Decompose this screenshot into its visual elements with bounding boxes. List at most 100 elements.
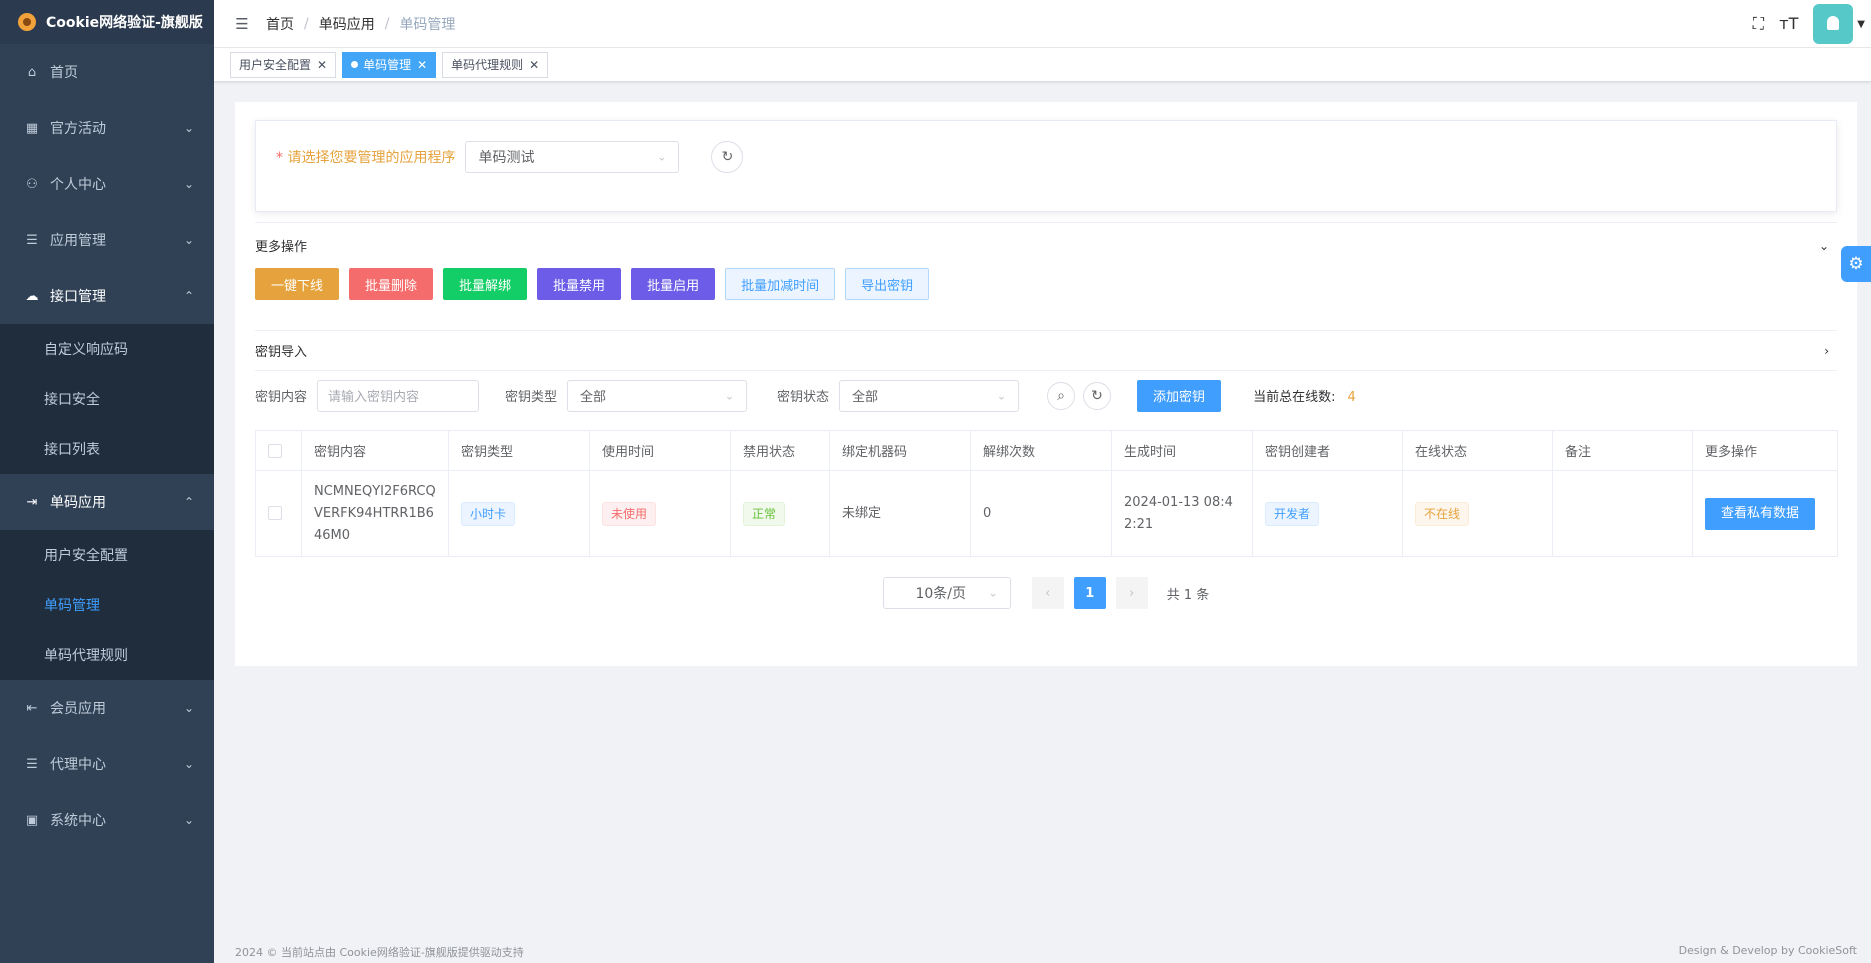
key-type-select[interactable]: 全部 ⌄ (567, 379, 748, 412)
app-selector-card: * 请选择您要管理的应用程序 单码测试 ⌄ ↻ (255, 120, 1837, 212)
close-icon[interactable]: ✕ (529, 58, 539, 72)
sidebar: Cookie网络验证-旗舰版 ⌂ 首页 ▦ 官方活动 ⌄ ⚇ 个人中心 ⌄ ☰ … (0, 0, 214, 963)
chevron-down-icon: ⌄ (183, 757, 194, 771)
sidebar-item-label: 系统中心 (50, 813, 106, 829)
sidebar-item-label: 会员应用 (50, 701, 106, 717)
sidebar-item-api-security[interactable]: 接口安全 (0, 374, 214, 424)
page-size-select[interactable]: 10条/页 ⌄ (882, 577, 1011, 609)
chevron-down-icon: ⌄ (183, 701, 194, 715)
avatar[interactable] (1813, 4, 1854, 44)
gear-icon: ⚙ (1848, 254, 1864, 274)
sidebar-item-user-security[interactable]: 用户安全配置 (0, 530, 214, 580)
sidebar-item-api-management[interactable]: ☁ 接口管理 ⌃ (0, 268, 214, 324)
sidebar-item-personal[interactable]: ⚇ 个人中心 ⌄ (0, 156, 214, 212)
online-count-value: 4 (1347, 390, 1356, 405)
app-title: Cookie网络验证-旗舰版 (46, 15, 203, 31)
pagination: 10条/页 ⌄ ‹ 1 › 共 1 条 (255, 577, 1837, 609)
cookie-logo-icon (18, 13, 36, 31)
sidebar-item-single-code-proxy-rules[interactable]: 单码代理规则 (0, 630, 214, 680)
view-private-data-button[interactable]: 查看私有数据 (1705, 497, 1816, 530)
offline-all-button[interactable]: 一键下线 (255, 268, 340, 300)
ban-status-badge: 正常 (743, 501, 786, 526)
tab-user-security[interactable]: 用户安全配置 ✕ (230, 51, 337, 78)
sidebar-item-label: 应用管理 (50, 233, 106, 249)
table-row: NCMNEQYI2F6RCQVERFK94HTRR1B646M0 小时卡 未使用… (255, 470, 1838, 557)
home-icon: ⌂ (27, 64, 37, 80)
grid-icon: ▦ (25, 120, 39, 136)
batch-enable-button[interactable]: 批量启用 (631, 268, 716, 300)
next-page-button[interactable]: › (1115, 577, 1148, 609)
sidebar-item-system-center[interactable]: ▣ 系统中心 ⌄ (0, 792, 214, 848)
more-ops-header[interactable]: 更多操作 ⌄ (255, 222, 1837, 268)
fullscreen-icon[interactable]: ⛶ (1749, 15, 1767, 33)
cloud-icon: ☁ (25, 288, 39, 304)
sidebar-item-label: 单码应用 (50, 495, 106, 511)
logout-icon: ⇤ (26, 700, 38, 716)
sidebar-item-activities[interactable]: ▦ 官方活动 ⌄ (0, 100, 214, 156)
close-icon[interactable]: ✕ (317, 58, 327, 72)
submenu-api: 自定义响应码 接口安全 接口列表 (0, 324, 214, 474)
sidebar-item-single-code-app[interactable]: ⇥ 单码应用 ⌃ (0, 474, 214, 530)
sidebar-item-app-management[interactable]: ☰ 应用管理 ⌄ (0, 212, 214, 268)
machine-code-cell: 未绑定 (829, 470, 971, 557)
footer: 2024 © 当前站点由 Cookie网络验证-旗舰版提供驱动支持 Design… (235, 944, 1857, 960)
tab-single-code-proxy-rules[interactable]: 单码代理规则 ✕ (442, 51, 549, 78)
row-checkbox[interactable] (268, 506, 282, 520)
reset-button[interactable]: ↻ (1083, 381, 1112, 410)
search-button[interactable]: ⌕ (1047, 381, 1076, 410)
remark-cell (1552, 470, 1693, 557)
keys-table: 密钥内容 密钥类型 使用时间 禁用状态 绑定机器码 解绑次数 生成时间 密钥创建… (255, 430, 1838, 557)
column-header: 密钥创建者 (1252, 430, 1403, 471)
sidebar-item-custom-response[interactable]: 自定义响应码 (0, 324, 214, 374)
user-icon: ⚇ (26, 176, 38, 192)
filter-bar: 密钥内容 请输入密钥内容 密钥类型 全部 ⌄ 密钥状态 全部 ⌄ ⌕ ↻ 添加密… (255, 370, 1837, 420)
main-card: * 请选择您要管理的应用程序 单码测试 ⌄ ↻ 更多操作 ⌄ 一键下线 批量删除… (235, 102, 1857, 666)
app-select[interactable]: 单码测试 ⌄ (465, 141, 680, 173)
add-key-button[interactable]: 添加密钥 (1137, 379, 1222, 412)
sidebar-item-api-list[interactable]: 接口列表 (0, 424, 214, 474)
breadcrumb-item[interactable]: 单码应用 (319, 14, 375, 34)
top-header: ☰ 首页 / 单码应用 / 单码管理 ⛶ ᴛT ▼ (214, 0, 1871, 48)
chevron-down-icon: ⌄ (988, 586, 998, 600)
caret-down-icon[interactable]: ▼ (1857, 19, 1865, 30)
page-number[interactable]: 1 (1073, 577, 1106, 609)
chevron-down-icon: ⌄ (183, 233, 194, 247)
sidebar-item-label: 接口管理 (50, 289, 106, 305)
close-icon[interactable]: ✕ (417, 58, 427, 72)
batch-adjust-time-button[interactable]: 批量加减时间 (725, 268, 836, 300)
settings-button[interactable]: ⚙ (1841, 246, 1871, 282)
column-header: 密钥类型 (448, 430, 590, 471)
header-actions: ⛶ ᴛT ▼ (1749, 0, 1865, 48)
sidebar-item-proxy-center[interactable]: ☰ 代理中心 ⌄ (0, 736, 214, 792)
prev-page-button[interactable]: ‹ (1031, 577, 1064, 609)
column-header: 生成时间 (1111, 430, 1253, 471)
font-size-icon[interactable]: ᴛT (1779, 15, 1798, 33)
column-header: 绑定机器码 (829, 430, 971, 471)
sidebar-item-label: 个人中心 (50, 177, 106, 193)
key-import-header[interactable]: 密钥导入 › (255, 330, 1837, 370)
breadcrumb-item[interactable]: 首页 (266, 14, 294, 34)
batch-unbind-button[interactable]: 批量解绑 (443, 268, 528, 300)
sidebar-item-member-app[interactable]: ⇤ 会员应用 ⌄ (0, 680, 214, 736)
key-content-input[interactable]: 请输入密钥内容 (317, 379, 480, 412)
app-logo[interactable]: Cookie网络验证-旗舰版 (0, 0, 214, 44)
sidebar-item-single-code-management[interactable]: 单码管理 (0, 580, 214, 630)
key-content-label: 密钥内容 (255, 390, 308, 405)
chevron-up-icon: ⌃ (183, 289, 194, 303)
chevron-down-icon: ⌄ (657, 150, 667, 164)
sidebar-item-home[interactable]: ⌂ 首页 (0, 44, 214, 100)
batch-delete-button[interactable]: 批量删除 (349, 268, 434, 300)
batch-disable-button[interactable]: 批量禁用 (537, 268, 622, 300)
chevron-right-icon: › (1824, 343, 1829, 358)
refresh-app-button[interactable]: ↻ (711, 141, 744, 173)
tab-single-code-management[interactable]: 单码管理 ✕ (342, 51, 437, 78)
chevron-down-icon: ⌄ (183, 813, 194, 827)
export-keys-button[interactable]: 导出密钥 (845, 268, 930, 300)
select-all-checkbox[interactable] (268, 443, 282, 458)
footer-copyright: 2024 © 当前站点由 Cookie网络验证-旗舰版提供驱动支持 (235, 946, 524, 959)
hamburger-fold-icon[interactable]: ☰ (232, 15, 252, 33)
sidebar-item-label: 代理中心 (50, 757, 106, 773)
column-header: 更多操作 (1692, 430, 1838, 471)
key-status-select[interactable]: 全部 ⌄ (839, 379, 1020, 412)
breadcrumb-current: 单码管理 (399, 16, 456, 33)
